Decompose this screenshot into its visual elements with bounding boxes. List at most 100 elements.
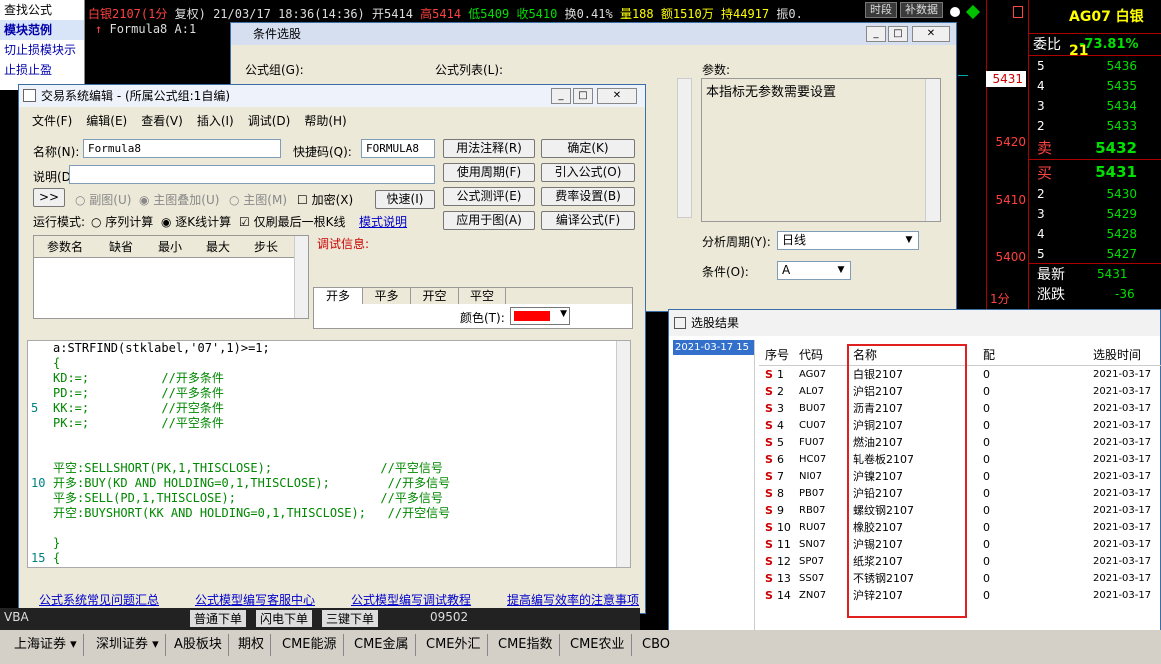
tab-a-share[interactable]: A股板块 bbox=[168, 634, 229, 656]
radio-sub[interactable]: ○ 副图(U) bbox=[75, 191, 131, 208]
maximize-icon[interactable]: □ bbox=[888, 26, 908, 42]
tab-flash-order[interactable]: 闪电下单 bbox=[256, 610, 313, 627]
col-match[interactable]: 配 bbox=[983, 344, 1093, 365]
tab-open-long[interactable]: 开多 bbox=[314, 288, 362, 304]
tab-cme-metals[interactable]: CME金属 bbox=[348, 634, 416, 656]
use-period-button[interactable]: 使用周期(F) bbox=[443, 163, 535, 182]
chart-low: 低5409 bbox=[468, 7, 510, 21]
apply-chart-button[interactable]: 应用于图(A) bbox=[443, 211, 535, 230]
s-mark: S bbox=[765, 385, 773, 398]
minimize-icon[interactable]: _ bbox=[551, 88, 571, 104]
expand-button[interactable]: >> bbox=[33, 188, 65, 207]
fill-data-button[interactable]: 补数据 bbox=[900, 2, 943, 18]
menu-insert[interactable]: 插入(I) bbox=[190, 111, 241, 131]
radio-per-bar[interactable]: ◉ 逐K线计算 bbox=[161, 213, 231, 230]
menu-help[interactable]: 帮助(H) bbox=[297, 111, 353, 131]
circle-icon[interactable] bbox=[950, 7, 960, 17]
cell-seq: S7 bbox=[759, 468, 799, 485]
tab-shanghai[interactable]: 上海证券 ▾ bbox=[8, 634, 84, 656]
list-scrollbar[interactable] bbox=[677, 78, 692, 218]
param-text: 本指标无参数需要设置 bbox=[706, 85, 837, 100]
name-input[interactable]: Formula8 bbox=[83, 139, 281, 158]
code-editor[interactable]: a:STRFIND(stklabel,'07',1)>=1;{KD:=; //开… bbox=[27, 340, 631, 568]
fast-button[interactable]: 快速(I) bbox=[375, 190, 435, 209]
cond-label: 条件(O): bbox=[702, 265, 749, 279]
code-scrollbar[interactable] bbox=[616, 341, 630, 567]
efficiency-link[interactable]: 提高编写效率的注意事项 bbox=[507, 591, 639, 608]
support-link[interactable]: 公式模型编写客服中心 bbox=[195, 591, 315, 608]
radio-main-label: 主图(M) bbox=[243, 193, 288, 207]
cell-match: 0 bbox=[983, 521, 990, 534]
period-select[interactable]: 日线 ▼ bbox=[777, 231, 919, 250]
editor-titlebar: 交易系统编辑 - (所属公式组:1自编) _ □ ✕ bbox=[19, 85, 645, 107]
ok-button[interactable]: 确定(K) bbox=[541, 139, 635, 158]
tab-shenzhen-label: 深圳证券 bbox=[96, 637, 149, 652]
tab-options[interactable]: 期权 bbox=[232, 634, 272, 656]
param-col: 参数名 bbox=[46, 240, 83, 254]
radio-overlay[interactable]: ◉ 主图叠加(U) bbox=[139, 191, 219, 208]
tab-shenzhen[interactable]: 深圳证券 ▾ bbox=[90, 634, 166, 656]
param-scrollbar[interactable] bbox=[925, 79, 940, 221]
seq-number: 4 bbox=[776, 419, 784, 432]
col-time[interactable]: 选股时间 bbox=[1093, 344, 1161, 365]
encrypt-checkbox[interactable]: ☐ 加密(X) bbox=[297, 191, 353, 208]
nav-item[interactable]: 查找公式 bbox=[0, 0, 84, 20]
minimize-icon[interactable]: _ bbox=[866, 26, 886, 42]
bid-price: 5429 bbox=[1106, 207, 1137, 221]
menu-view[interactable]: 查看(V) bbox=[134, 111, 190, 131]
mode-help-link[interactable]: 模式说明 bbox=[359, 213, 407, 230]
tab-cme-index[interactable]: CME指数 bbox=[492, 634, 560, 656]
tab-normal-order[interactable]: 普通下单 bbox=[190, 610, 247, 627]
tab-close-short[interactable]: 平空 bbox=[458, 288, 506, 304]
period-select-value: 日线 bbox=[782, 233, 807, 247]
evaluate-button[interactable]: 公式测评(E) bbox=[443, 187, 535, 206]
tab-three-key-order[interactable]: 三键下单 bbox=[322, 610, 379, 627]
code-line: 5 KK:=; //开空条件 bbox=[28, 401, 630, 416]
menu-file[interactable]: 文件(F) bbox=[25, 111, 79, 131]
debug-label: 调试信息: bbox=[317, 237, 370, 251]
tab-cme-energy[interactable]: CME能源 bbox=[276, 634, 344, 656]
tab-cme-fx[interactable]: CME外汇 bbox=[420, 634, 488, 656]
close-icon[interactable]: ✕ bbox=[597, 88, 637, 104]
radio-main[interactable]: ○ 主图(M) bbox=[229, 191, 287, 208]
cond-select[interactable]: A ▼ bbox=[777, 261, 851, 280]
close-icon[interactable]: ✕ bbox=[912, 26, 950, 42]
import-formula-button[interactable]: 引入公式(O) bbox=[541, 163, 635, 182]
box-icon[interactable] bbox=[1013, 6, 1023, 18]
desc-input[interactable] bbox=[69, 165, 435, 184]
nav-item[interactable]: 模块范例 bbox=[0, 20, 84, 40]
date-item[interactable]: 2021-03-17 15 bbox=[673, 340, 754, 355]
nav-item[interactable]: 切止损模块示 bbox=[0, 40, 84, 60]
tab-open-short[interactable]: 开空 bbox=[410, 288, 458, 304]
col-seq[interactable]: 序号 bbox=[759, 344, 799, 365]
usage-note-button[interactable]: 用法注释(R) bbox=[443, 139, 535, 158]
col-code[interactable]: 代码 bbox=[799, 344, 853, 365]
refresh-checkbox[interactable]: ☑ 仅刷最后一根K线 bbox=[239, 213, 345, 230]
hotkey-input[interactable]: FORMULA8 bbox=[361, 139, 435, 158]
param-col: 最大 bbox=[205, 240, 230, 254]
color-picker[interactable]: ▼ bbox=[510, 307, 570, 325]
cell-seq: S3 bbox=[759, 400, 799, 417]
help-links: 公式系统常见问题汇总 公式模型编写客服中心 公式模型编写调试教程 提高编写效率的… bbox=[39, 591, 639, 608]
faq-link[interactable]: 公式系统常见问题汇总 bbox=[39, 591, 159, 608]
maximize-icon[interactable]: □ bbox=[573, 88, 593, 104]
menu-debug[interactable]: 调试(D) bbox=[241, 111, 298, 131]
compile-button[interactable]: 编译公式(F) bbox=[541, 211, 635, 230]
cell-match: 0 bbox=[983, 385, 990, 398]
cell-time: 2021-03-17 bbox=[1093, 386, 1152, 397]
chart-amount: 额1510万 bbox=[660, 7, 714, 21]
tab-close-long[interactable]: 平多 bbox=[362, 288, 410, 304]
fee-setting-button[interactable]: 费率设置(B) bbox=[541, 187, 635, 206]
tab-cme-agri[interactable]: CME农业 bbox=[564, 634, 632, 656]
radio-sequence[interactable]: ○ 序列计算 bbox=[91, 213, 153, 230]
period-button[interactable]: 时段 bbox=[865, 2, 897, 18]
bid-level: 5 bbox=[1037, 246, 1045, 261]
param-table-scrollbar[interactable] bbox=[294, 236, 308, 318]
tutorial-link[interactable]: 公式模型编写调试教程 bbox=[351, 591, 471, 608]
hotkey-label: 快捷码(Q): bbox=[293, 145, 352, 159]
tab-cbot[interactable]: CBO bbox=[636, 634, 676, 656]
seq-number: 1 bbox=[776, 368, 784, 381]
menu-edit[interactable]: 编辑(E) bbox=[79, 111, 134, 131]
cell-match: 0 bbox=[983, 402, 990, 415]
nav-item[interactable]: 止损止盈 bbox=[0, 60, 84, 80]
